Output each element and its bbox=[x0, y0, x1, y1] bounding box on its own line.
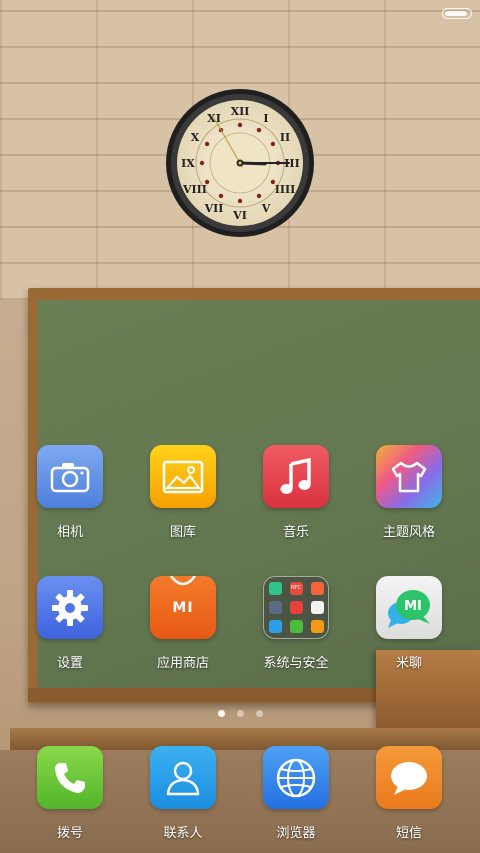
dock-messages[interactable]: 短信 bbox=[359, 746, 459, 842]
app-label: 图库 bbox=[169, 525, 196, 540]
dock-contacts[interactable]: 联系人 bbox=[133, 746, 233, 842]
app-settings[interactable]: 设置 bbox=[20, 576, 120, 672]
mini-app-icon bbox=[268, 582, 282, 595]
clock-tick bbox=[256, 127, 262, 133]
clock-numeral: X bbox=[191, 131, 200, 144]
app-miliao[interactable]: MI 米聊 bbox=[359, 576, 459, 672]
app-label: 应用商店 bbox=[156, 656, 209, 671]
clock-tick bbox=[237, 122, 243, 128]
app-label: 音乐 bbox=[282, 525, 309, 540]
app-camera[interactable]: 相机 bbox=[20, 445, 120, 541]
clock-tick bbox=[204, 141, 210, 147]
clock-tick bbox=[256, 193, 262, 199]
folder-icon: NFC bbox=[263, 576, 329, 639]
app-label: 拨号 bbox=[56, 826, 83, 841]
app-label: 设置 bbox=[56, 656, 83, 671]
mi-logo: MI bbox=[404, 599, 422, 614]
app-music[interactable]: 音乐 bbox=[246, 445, 346, 541]
app-label: 相机 bbox=[56, 525, 83, 540]
clock-numeral: IIII bbox=[275, 183, 296, 196]
app-themes[interactable]: 主题风格 bbox=[359, 445, 459, 541]
page-dot-2[interactable] bbox=[236, 710, 244, 717]
message-icon bbox=[376, 746, 442, 809]
clock-tick bbox=[204, 179, 210, 185]
phone-icon bbox=[37, 746, 103, 809]
clock-tick bbox=[199, 160, 205, 166]
mini-app-icon bbox=[310, 620, 324, 633]
chat-mi-icon: MI bbox=[376, 576, 442, 639]
gear-icon bbox=[37, 576, 103, 639]
app-label: 联系人 bbox=[163, 826, 203, 841]
clock-numeral: V bbox=[261, 202, 271, 215]
mini-app-icon bbox=[289, 620, 303, 633]
page-dot-3[interactable] bbox=[255, 710, 263, 717]
clock-numeral: XII bbox=[231, 105, 250, 118]
clock-tick bbox=[270, 179, 276, 185]
clock-numeral: VI bbox=[232, 209, 247, 222]
mini-app-icon bbox=[289, 601, 303, 614]
app-label: 主题风格 bbox=[382, 525, 435, 540]
clock-face: XIIIIIIIIIIIIVVIVIIVIIIIXXXI bbox=[166, 89, 314, 237]
dock-browser[interactable]: 浏览器 bbox=[246, 746, 346, 842]
clock-widget[interactable]: XII I II III IIII V VI VII VIII IX X XI bbox=[165, 88, 315, 238]
app-label: 短信 bbox=[395, 826, 422, 841]
page-indicator[interactable] bbox=[0, 702, 480, 717]
clock-numeral: VIII bbox=[182, 183, 207, 196]
dock-phone[interactable]: 拨号 bbox=[20, 746, 120, 842]
clock-numeral: IX bbox=[181, 157, 195, 170]
mini-app-icon bbox=[310, 582, 324, 595]
app-folder-system-security[interactable]: NFC 系统与安全 bbox=[246, 576, 346, 672]
gallery-icon bbox=[150, 445, 216, 508]
battery-fill bbox=[445, 11, 467, 16]
clock-tick bbox=[270, 141, 276, 147]
app-label: 米聊 bbox=[395, 656, 422, 671]
camera-icon bbox=[37, 445, 103, 508]
app-gallery[interactable]: 图库 bbox=[133, 445, 233, 541]
tshirt-icon bbox=[376, 445, 442, 508]
battery-indicator bbox=[442, 8, 472, 19]
app-store[interactable]: MI 应用商店 bbox=[133, 576, 233, 672]
music-note-icon bbox=[263, 445, 329, 508]
mini-app-icon bbox=[310, 601, 324, 614]
clock-numeral: VII bbox=[204, 202, 224, 215]
contact-icon bbox=[150, 746, 216, 809]
clock-numeral: II bbox=[280, 131, 290, 144]
mini-app-icon bbox=[268, 601, 282, 614]
app-label: 浏览器 bbox=[276, 826, 316, 841]
mi-bag-icon: MI bbox=[150, 576, 216, 639]
clock-tick bbox=[237, 198, 243, 204]
mini-app-icon bbox=[268, 620, 282, 633]
clock-tick bbox=[218, 193, 224, 199]
page-dot-1[interactable] bbox=[217, 710, 225, 717]
clock-numeral: I bbox=[263, 112, 268, 125]
globe-icon bbox=[263, 746, 329, 809]
nfc-mini-icon: NFC bbox=[289, 582, 303, 595]
app-label: 系统与安全 bbox=[263, 656, 329, 671]
